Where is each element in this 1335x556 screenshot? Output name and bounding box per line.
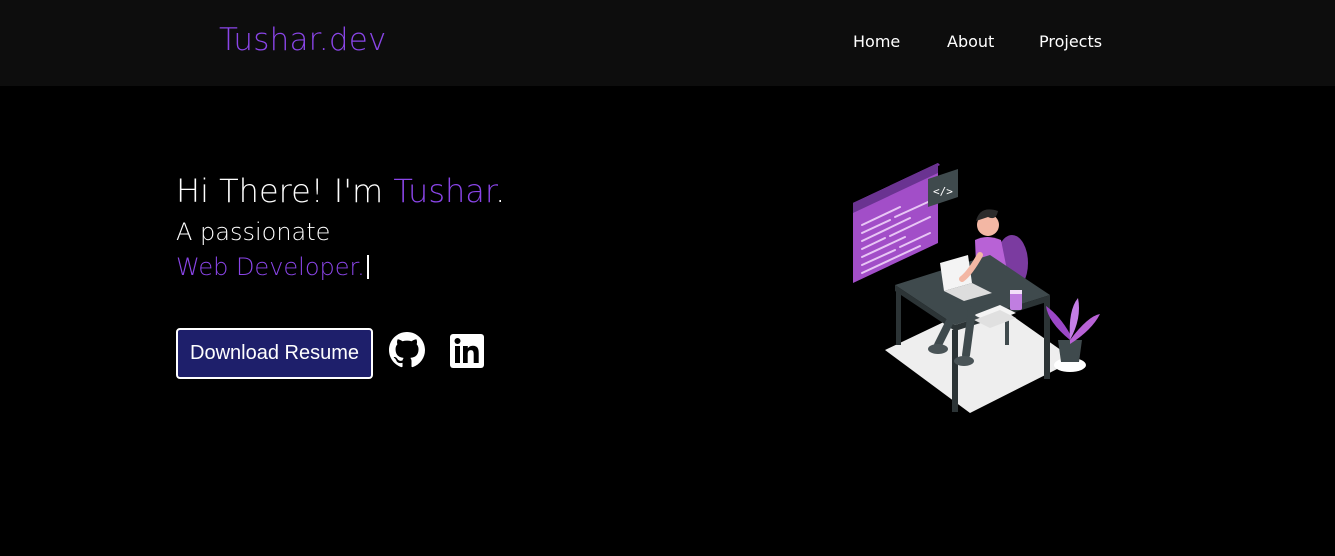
linkedin-link[interactable] <box>449 333 485 369</box>
navbar: Tushar.dev Home About Projects <box>0 0 1335 86</box>
github-icon <box>389 332 425 368</box>
typed-role: Web Developer. <box>176 253 365 281</box>
hero-name: Tushar <box>393 172 496 210</box>
typing-cursor <box>366 255 369 279</box>
nav-link-about[interactable]: About <box>947 32 994 51</box>
download-resume-button[interactable]: Download Resume <box>176 328 373 379</box>
hero-subtitle: A passionate <box>176 218 331 246</box>
hero-role-line: Web Developer. <box>176 253 369 281</box>
brand-logo[interactable]: Tushar.dev <box>219 22 387 58</box>
developer-illustration: </> <box>853 163 1100 413</box>
nav-link-home[interactable]: Home <box>853 32 900 51</box>
hero-heading: Hi There! I'm Tushar. <box>176 172 505 210</box>
github-link[interactable] <box>389 332 425 368</box>
hero-greeting: Hi There! I'm <box>176 172 394 210</box>
hero-period: . <box>495 172 506 210</box>
linkedin-icon <box>450 334 484 368</box>
svg-text:</>: </> <box>933 185 953 198</box>
nav-link-projects[interactable]: Projects <box>1039 32 1102 51</box>
